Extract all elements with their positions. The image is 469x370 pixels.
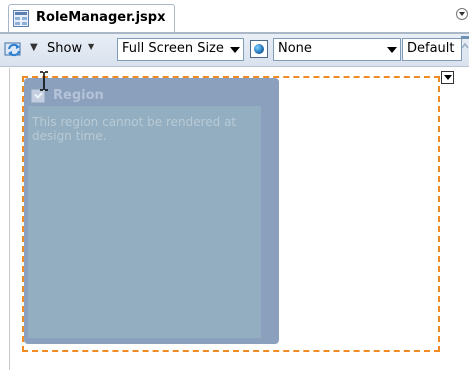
skin-select[interactable]: None <box>273 38 401 61</box>
region-message: This region cannot be rendered at design… <box>32 115 237 143</box>
globe-icon[interactable] <box>250 40 268 58</box>
tab-list-dropdown-icon[interactable] <box>456 8 468 20</box>
region-title: Region <box>53 88 104 103</box>
chevron-down-icon <box>230 47 240 53</box>
editor-tab[interactable]: RoleManager.jspx <box>8 4 175 32</box>
toolbar-overflow-icon[interactable] <box>461 36 469 68</box>
default-value: Default <box>407 41 455 56</box>
refresh-dropdown-icon[interactable]: ▼ <box>30 42 38 53</box>
text-cursor-icon <box>40 71 48 91</box>
skin-value: None <box>278 41 312 56</box>
show-dropdown-icon[interactable]: ▼ <box>88 42 94 51</box>
screen-size-select[interactable]: Full Screen Size <box>117 38 244 61</box>
region-checkbox-icon <box>31 89 45 103</box>
screen-size-value: Full Screen Size <box>122 41 224 56</box>
canvas-left-border <box>9 68 10 370</box>
editor-tab-bar: RoleManager.jspx <box>0 0 469 34</box>
jspx-file-icon <box>13 10 29 27</box>
show-menu-button[interactable]: Show <box>47 41 82 56</box>
editor-toolbar: ▼ Show ▼ Full Screen Size None Default <box>0 34 469 67</box>
default-select[interactable]: Default <box>402 38 462 61</box>
refresh-icon[interactable] <box>4 40 24 60</box>
tab-title: RoleManager.jspx <box>36 10 166 25</box>
chevron-down-icon <box>387 47 397 53</box>
component-menu-icon[interactable] <box>441 71 454 84</box>
